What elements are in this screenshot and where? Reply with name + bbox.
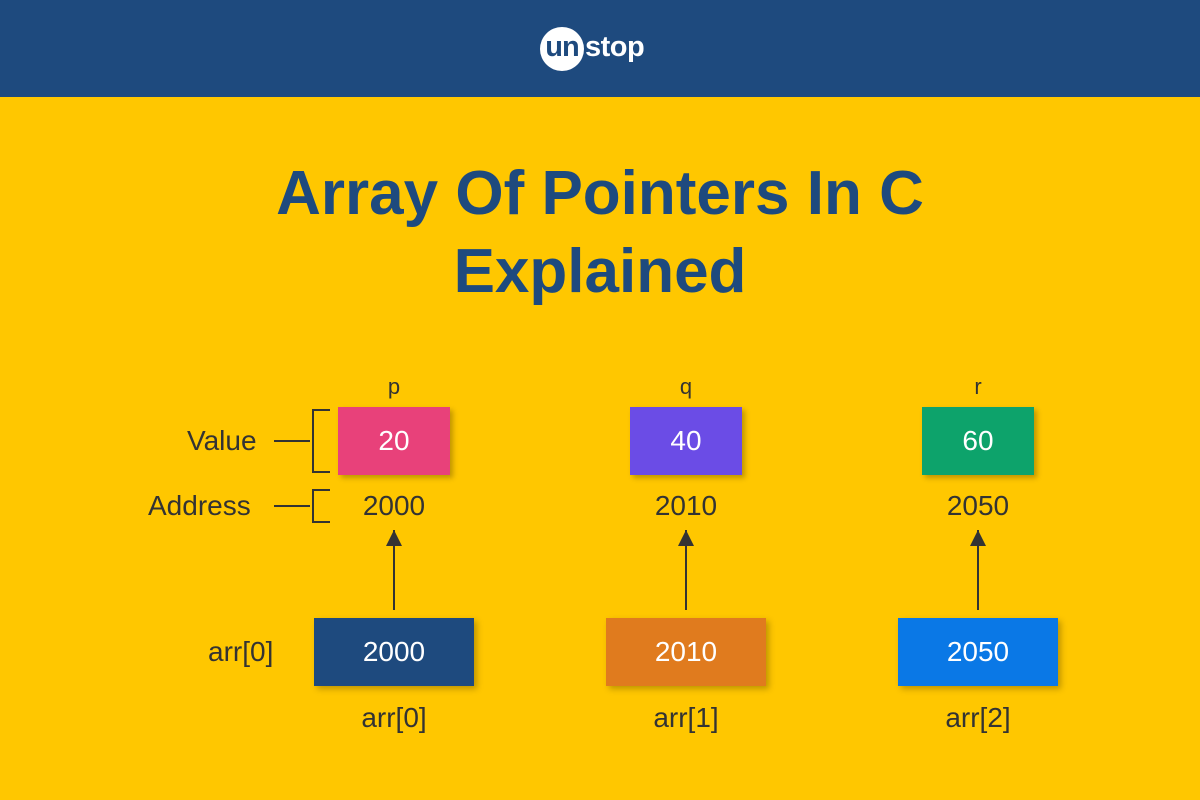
address-q: 2010 [654, 490, 718, 521]
array-index-label-1: arr[1] [653, 702, 719, 733]
value-label: Value [187, 425, 257, 456]
array-cell-0: 2000 [314, 618, 474, 686]
array-cell-2: 2050 [898, 618, 1058, 686]
address-r: 2050 [946, 490, 1010, 521]
arrowhead-arr2 [970, 530, 986, 546]
array-cell-1: 2010 [606, 618, 766, 686]
address-label: Address [148, 490, 251, 521]
value-bracket [312, 409, 330, 473]
variable-name-r: r [974, 374, 982, 399]
arrowhead-arr1 [678, 530, 694, 546]
address-p: 2000 [362, 490, 426, 521]
variable-name-q: q [679, 374, 693, 399]
array-index-label-0: arr[0] [361, 702, 427, 733]
value-box-q: 40 [630, 407, 742, 475]
array-side-label: arr[0] [208, 636, 274, 667]
variable-name-p: p [387, 374, 401, 399]
array-index-label-2: arr[2] [945, 702, 1011, 733]
value-box-r: 60 [922, 407, 1034, 475]
arrowhead-arr0 [386, 530, 402, 546]
value-box-p: 20 [338, 407, 450, 475]
